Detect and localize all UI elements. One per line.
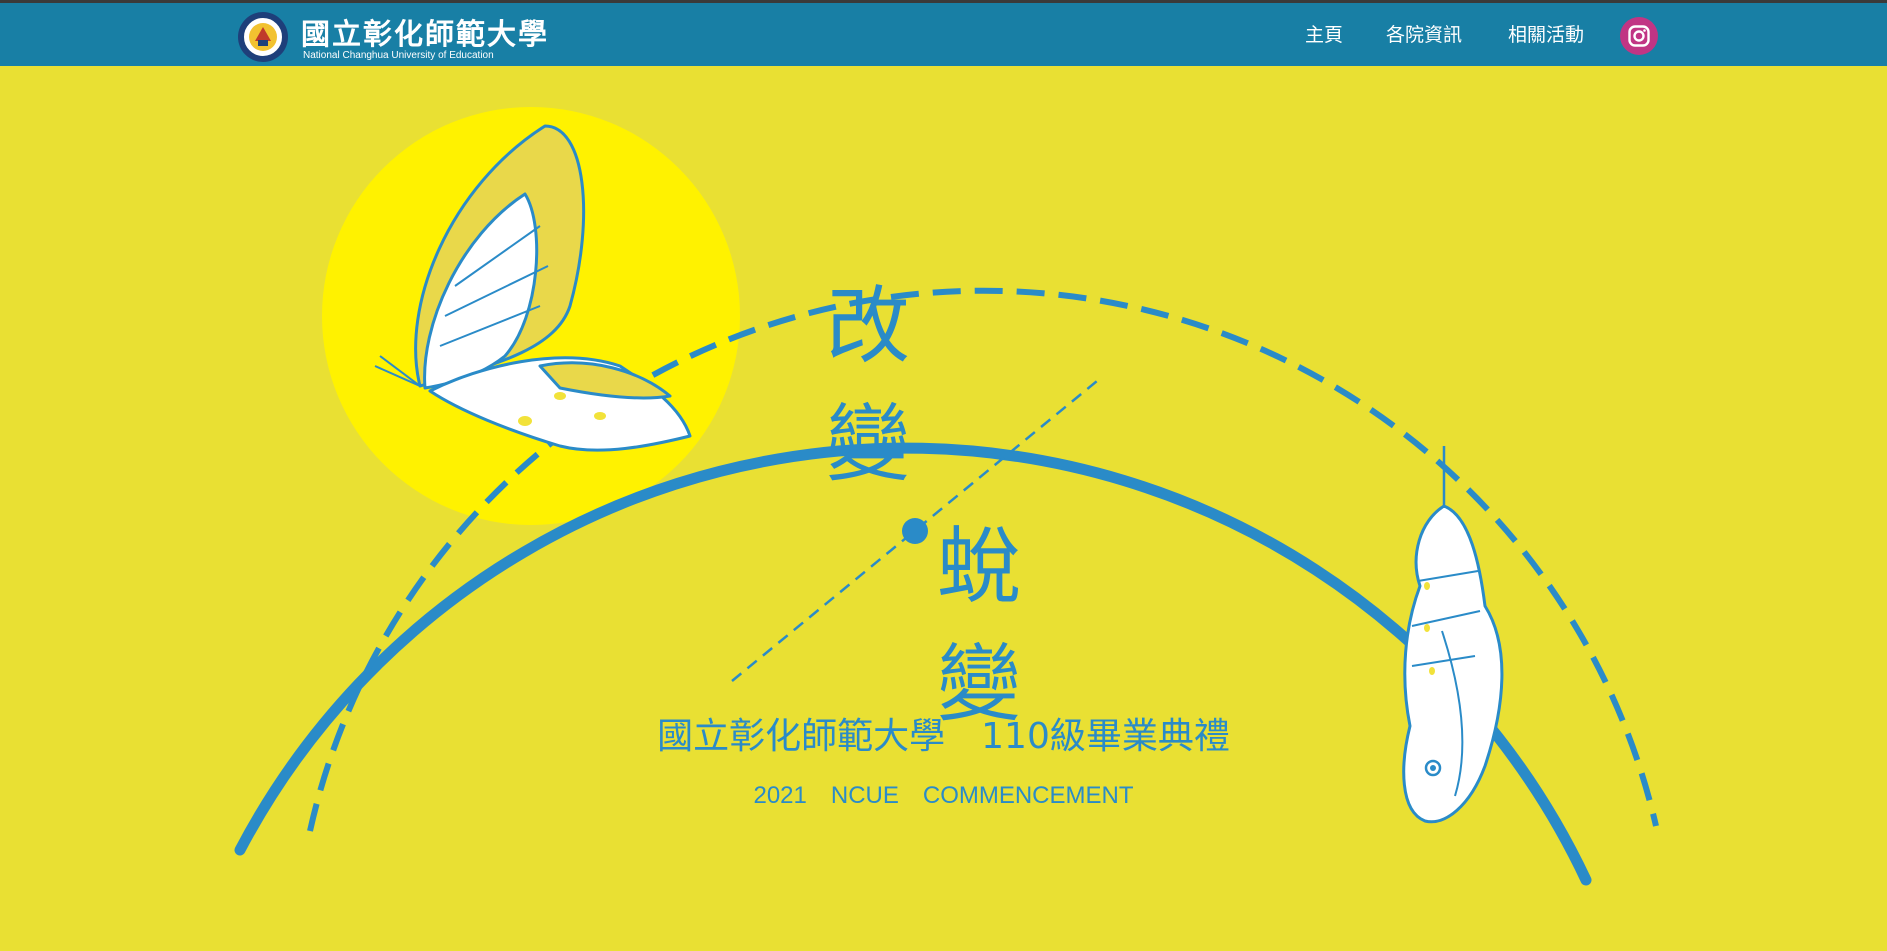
center-dot bbox=[902, 518, 928, 544]
instagram-icon bbox=[1628, 25, 1650, 47]
ceremony-title-english: 2021 NCUE COMMENCEMENT bbox=[753, 782, 1134, 809]
instagram-button[interactable] bbox=[1620, 17, 1658, 55]
logo-english-name: National Changhua University of Educatio… bbox=[303, 50, 494, 61]
university-seal-icon bbox=[238, 12, 288, 62]
top-navbar: 國立彰化師範大學 National Changhua University of… bbox=[0, 3, 1887, 66]
hero-banner: 改 變 蛻 變 bbox=[0, 66, 1887, 951]
title-char-tui: 蛻 bbox=[937, 517, 1022, 615]
title-char-gai: 改 bbox=[826, 277, 911, 375]
nav-college-info[interactable]: 各院資訊 bbox=[1386, 20, 1462, 47]
nav-home[interactable]: 主頁 bbox=[1305, 20, 1343, 47]
title-char-bian-1: 變 bbox=[826, 395, 911, 493]
ceremony-title-chinese: 國立彰化師範大學 110級畢業典禮 bbox=[657, 716, 1230, 757]
chrysalis-illustration bbox=[1402, 446, 1504, 824]
nav-related-events[interactable]: 相關活動 bbox=[1508, 20, 1584, 47]
hero-illustration bbox=[234, 107, 1659, 886]
university-logo[interactable]: 國立彰化師範大學 National Changhua University of… bbox=[237, 9, 547, 63]
logo-chinese-name: 國立彰化師範大學 bbox=[301, 17, 550, 51]
solid-arc bbox=[234, 442, 1592, 886]
